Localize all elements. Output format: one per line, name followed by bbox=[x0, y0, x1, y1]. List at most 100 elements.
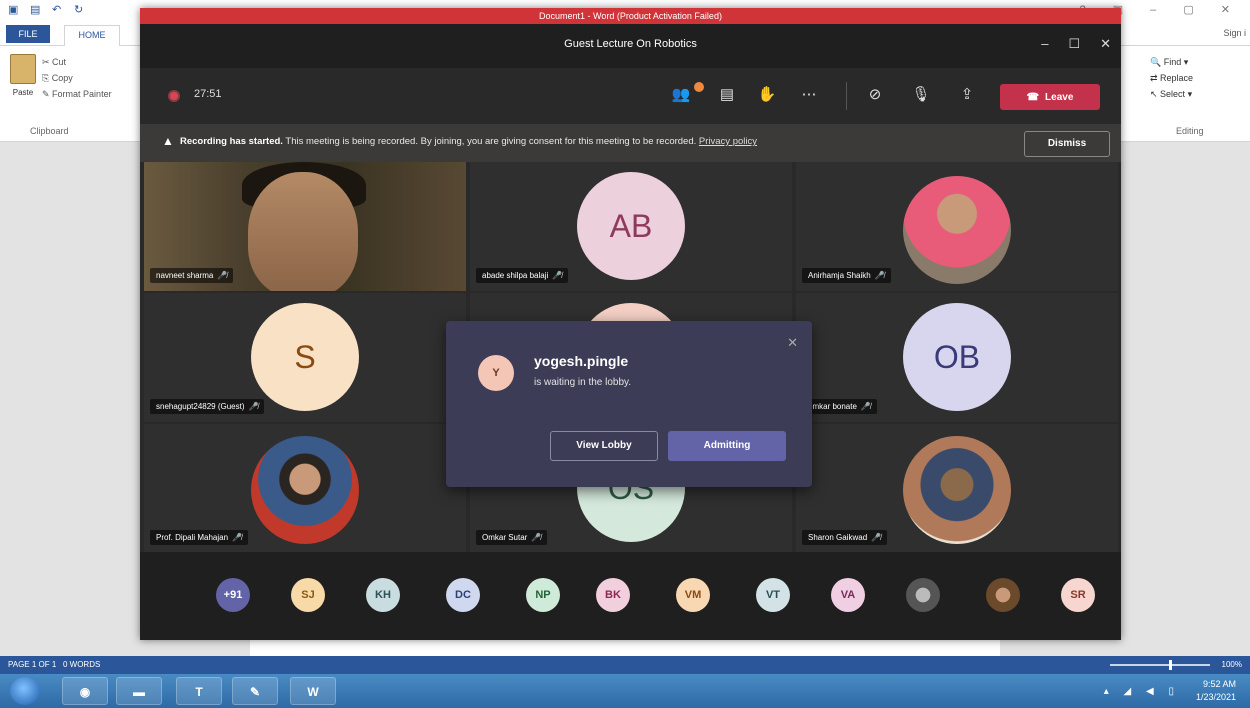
sign-in-link[interactable]: Sign i bbox=[1223, 28, 1246, 38]
more-actions-icon[interactable]: ⋯ bbox=[798, 84, 820, 106]
tab-home[interactable]: HOME bbox=[64, 25, 120, 46]
maximize-icon[interactable]: ☐ bbox=[1068, 36, 1080, 52]
leave-button[interactable]: ☎ Leave bbox=[1000, 84, 1100, 110]
mic-muted-icon: 🎤̸ bbox=[248, 402, 259, 411]
participant-avatar[interactable]: VT bbox=[756, 578, 790, 612]
participant-tile[interactable]: S snehagupt24829 (Guest) 🎤̸ bbox=[144, 293, 466, 422]
participant-name-tag: abade shilpa balaji 🎤̸ bbox=[476, 268, 569, 283]
copy-button[interactable]: ⎘ Copy bbox=[42, 70, 112, 86]
quick-access-toolbar: ▣ ▤ ↶ ↻ bbox=[8, 3, 88, 17]
participant-tile[interactable]: Prof. Dipali Mahajan 🎤̸ bbox=[144, 424, 466, 553]
undo-icon[interactable]: ↶ bbox=[52, 3, 66, 17]
explorer-taskbar-icon[interactable]: ▬ bbox=[116, 677, 162, 705]
mic-muted-icon: 🎤̸ bbox=[874, 271, 885, 280]
start-button[interactable] bbox=[10, 677, 40, 705]
participant-avatar[interactable]: SJ bbox=[291, 578, 325, 612]
mic-muted-icon: 🎤̸ bbox=[552, 271, 563, 280]
word-taskbar-icon[interactable]: W bbox=[290, 677, 336, 705]
teams-window-controls: – ☐ ✕ bbox=[1041, 36, 1111, 52]
participant-avatar: S bbox=[251, 303, 359, 411]
participant-avatar[interactable]: KH bbox=[366, 578, 400, 612]
activation-banner: Document1 - Word (Product Activation Fai… bbox=[140, 8, 1121, 24]
redo-icon[interactable]: ↻ bbox=[74, 3, 88, 17]
zoom-level[interactable]: 100% bbox=[1222, 660, 1242, 669]
editing-group-label: Editing bbox=[1176, 126, 1204, 136]
mic-muted-icon: 🎤̸ bbox=[217, 271, 228, 280]
participant-name-tag: Sharon Gaikwad 🎤̸ bbox=[802, 530, 888, 545]
recording-banner: ▲ Recording has started. This meeting is… bbox=[140, 124, 1121, 162]
word-count[interactable]: 0 WORDS bbox=[63, 660, 100, 669]
lobby-notification: Y yogesh.pingle is waiting in the lobby.… bbox=[446, 321, 812, 487]
recording-indicator-icon bbox=[168, 90, 180, 102]
select-button[interactable]: ↖ Select ▾ bbox=[1150, 86, 1193, 102]
status-left: PAGE 1 OF 1 0 WORDS bbox=[8, 660, 100, 669]
dismiss-button[interactable]: Dismiss bbox=[1024, 131, 1110, 157]
close-icon[interactable]: ✕ bbox=[1100, 36, 1111, 52]
mic-muted-icon: 🎤̸ bbox=[531, 533, 542, 542]
taskbar-clock[interactable]: 9:52 AM 1/23/2021 bbox=[1196, 678, 1236, 704]
participant-tile[interactable]: Anirhamja Shaikh 🎤̸ bbox=[796, 162, 1118, 291]
zoom-slider-thumb[interactable] bbox=[1169, 660, 1172, 670]
participant-avatar: AB bbox=[577, 172, 685, 280]
windows-taskbar: ◉ ▬ T ✎ W ▴ ◢ ◀ ▯ 9:52 AM 1/23/2021 bbox=[0, 674, 1250, 708]
admit-button[interactable]: Admitting bbox=[668, 431, 786, 461]
camera-off-icon[interactable]: ⊘ bbox=[864, 84, 886, 106]
participant-overflow-strip: +91 SJ KH DC NP BK VM VT VA SR bbox=[140, 552, 1121, 640]
participant-tile[interactable]: OB omkar bonate 🎤̸ bbox=[796, 293, 1118, 422]
zoom-slider[interactable] bbox=[1110, 664, 1210, 666]
phone-hangup-icon: ☎ bbox=[1026, 91, 1040, 103]
participant-avatar[interactable]: VA bbox=[831, 578, 865, 612]
teams-taskbar-icon[interactable]: T bbox=[176, 677, 222, 705]
format-painter-button[interactable]: ✎ Format Painter bbox=[42, 86, 112, 102]
mic-off-icon[interactable]: 🎙 bbox=[910, 84, 932, 106]
chat-icon[interactable]: ▤ bbox=[716, 84, 738, 106]
mic-muted-icon: 🎤̸ bbox=[232, 533, 243, 542]
participant-tile[interactable]: Sharon Gaikwad 🎤̸ bbox=[796, 424, 1118, 553]
participant-name-tag: Prof. Dipali Mahajan 🎤̸ bbox=[150, 530, 249, 545]
participant-avatar[interactable]: DC bbox=[446, 578, 480, 612]
participant-photo-avatar[interactable] bbox=[906, 578, 940, 612]
raise-hand-icon[interactable]: ✋ bbox=[756, 84, 778, 106]
participant-name-tag: navneet sharma 🎤̸ bbox=[150, 268, 234, 283]
system-tray[interactable]: ▴ ◢ ◀ ▯ bbox=[1104, 686, 1180, 697]
lobby-user-name: yogesh.pingle bbox=[534, 353, 629, 369]
participant-avatar bbox=[251, 436, 359, 544]
toolbar-divider bbox=[846, 82, 847, 110]
cut-button[interactable]: ✂ Cut bbox=[42, 54, 112, 70]
paste-button[interactable]: Paste bbox=[8, 54, 38, 114]
privacy-policy-link[interactable]: Privacy policy bbox=[699, 136, 757, 147]
participant-tile[interactable]: navneet sharma 🎤̸ bbox=[144, 162, 466, 291]
participant-tile[interactable]: AB abade shilpa balaji 🎤̸ bbox=[470, 162, 792, 291]
tab-file[interactable]: FILE bbox=[6, 25, 50, 43]
replace-button[interactable]: ⇄ Replace bbox=[1150, 70, 1193, 86]
paint-taskbar-icon[interactable]: ✎ bbox=[232, 677, 278, 705]
more-participants-button[interactable]: +91 bbox=[216, 578, 250, 612]
share-screen-icon[interactable]: ⇪ bbox=[956, 84, 978, 106]
participant-avatar[interactable]: BK bbox=[596, 578, 630, 612]
participant-avatar: OB bbox=[903, 303, 1011, 411]
participants-badge bbox=[694, 82, 704, 92]
participant-avatar[interactable]: SR bbox=[1061, 578, 1095, 612]
participant-avatar bbox=[903, 436, 1011, 544]
save-icon[interactable]: ▤ bbox=[30, 3, 44, 17]
minimize-icon[interactable]: – bbox=[1041, 36, 1048, 52]
participant-name-tag: omkar bonate 🎤̸ bbox=[802, 399, 877, 414]
teams-meeting-window: Document1 - Word (Product Activation Fai… bbox=[140, 8, 1121, 640]
recording-banner-text: Recording has started. This meeting is b… bbox=[180, 136, 757, 147]
view-lobby-button[interactable]: View Lobby bbox=[550, 431, 658, 461]
lobby-user-avatar: Y bbox=[478, 355, 514, 391]
participant-avatar[interactable]: VM bbox=[676, 578, 710, 612]
close-notification-icon[interactable]: ✕ bbox=[787, 335, 798, 351]
page-count[interactable]: PAGE 1 OF 1 bbox=[8, 660, 56, 669]
participant-photo-avatar[interactable] bbox=[986, 578, 1020, 612]
participant-avatar[interactable]: NP bbox=[526, 578, 560, 612]
participants-icon[interactable]: 👥 bbox=[670, 84, 692, 106]
meeting-toolbar: 27:51 👥 ▤ ✋ ⋯ ⊘ 🎙 ⇪ ☎ Leave bbox=[140, 68, 1121, 124]
participant-avatar bbox=[903, 176, 1011, 284]
chrome-taskbar-icon[interactable]: ◉ bbox=[62, 677, 108, 705]
find-button[interactable]: 🔍 Find ▾ bbox=[1150, 54, 1193, 70]
participant-name-tag: Omkar Sutar 🎤̸ bbox=[476, 530, 548, 545]
mic-muted-icon: 🎤̸ bbox=[860, 402, 871, 411]
meeting-title: Guest Lecture On Robotics bbox=[564, 38, 697, 50]
clipboard-group-label: Clipboard bbox=[30, 126, 69, 136]
